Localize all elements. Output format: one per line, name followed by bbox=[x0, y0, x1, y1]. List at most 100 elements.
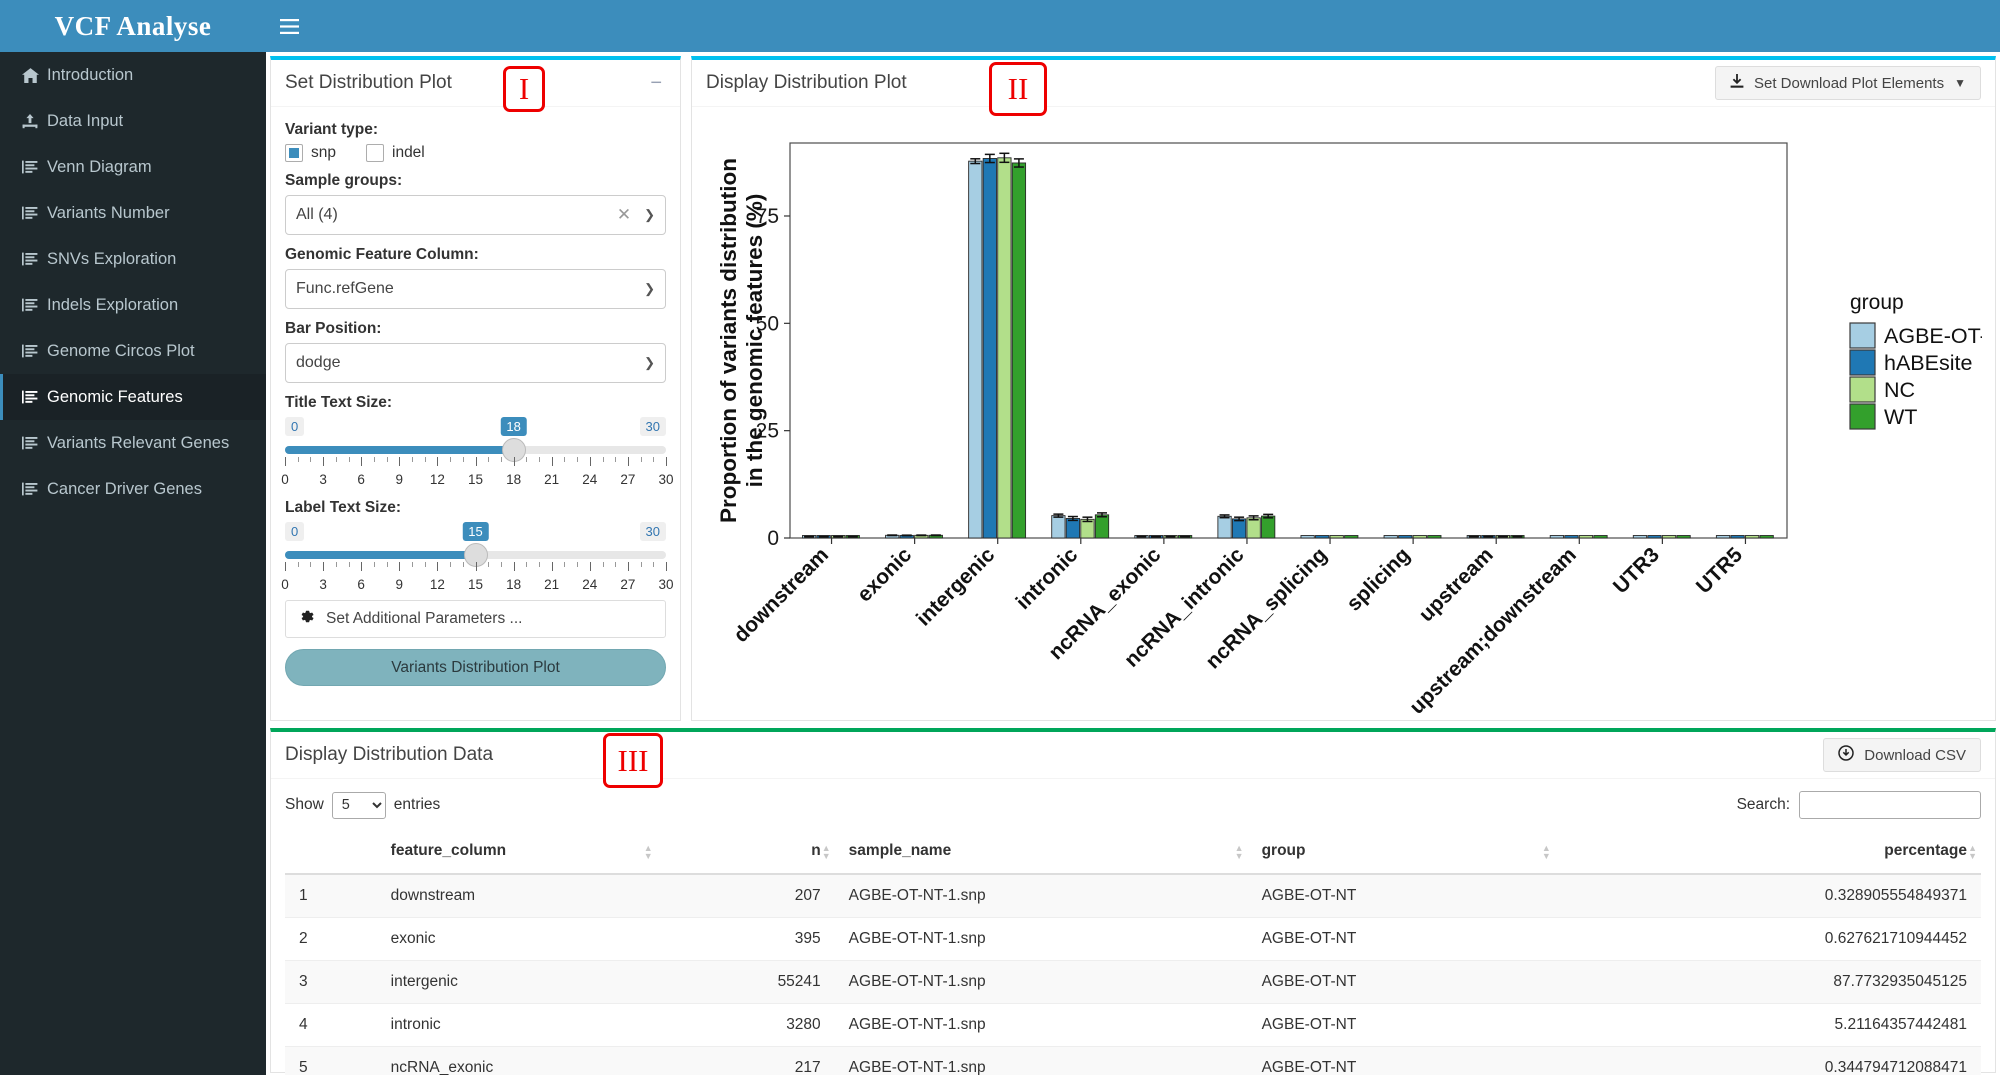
bar-ncRNA_intronic-hABEsite[interactable] bbox=[1231, 518, 1247, 539]
label-slider-bar[interactable]: 15 bbox=[285, 522, 666, 567]
collapse-settings-button[interactable]: − bbox=[646, 73, 666, 93]
sidebar-item-cancer-driver-genes[interactable]: Cancer Driver Genes bbox=[0, 466, 266, 512]
bar-ncRNA_splicing-hABEsite[interactable] bbox=[1315, 535, 1330, 539]
bar-UTR3-AGBE-OT-NT[interactable] bbox=[1632, 535, 1648, 539]
bar-ncRNA_splicing-AGBE-OT-NT[interactable] bbox=[1300, 535, 1315, 539]
sidebar-item-variants-relevant-genes[interactable]: Variants Relevant Genes bbox=[0, 420, 266, 466]
set-additional-parameters-button[interactable]: Set Additional Parameters ... bbox=[285, 600, 666, 638]
label-text-size-slider[interactable]: Label Text Size: 0 30 15 0 3 6 9 12 15 18 21 24 2… bbox=[281, 499, 673, 594]
variant-type-snp[interactable]: snp bbox=[285, 144, 336, 162]
sidebar-item-data-input[interactable]: Data Input bbox=[0, 98, 266, 144]
table-cell-n: 55241 bbox=[656, 960, 835, 1004]
slider-tick-label: 15 bbox=[467, 577, 484, 592]
bar-ncRNA_splicing-NC[interactable] bbox=[1329, 535, 1344, 539]
legend-swatch-NC[interactable] bbox=[1849, 376, 1876, 403]
sidebar-nav: Introduction Data Input Venn Diagram Varian… bbox=[0, 52, 266, 512]
bar-UTR5-AGBE-OT-NT[interactable] bbox=[1715, 535, 1731, 539]
entries-select[interactable]: 5102550100 bbox=[331, 791, 386, 819]
bar-position-select[interactable]: dodge ❯ bbox=[285, 343, 666, 383]
table-header-sample_name[interactable]: sample_name ▲ ▼ bbox=[834, 833, 1248, 875]
slider-tick-label: 18 bbox=[506, 577, 522, 592]
sidebar-item-genome-circos-plot[interactable]: Genome Circos Plot bbox=[0, 328, 266, 374]
sidebar-item-snvs-exploration[interactable]: SNVs Exploration bbox=[0, 236, 266, 282]
variants-distribution-plot-button[interactable]: Variants Distribution Plot bbox=[285, 649, 666, 686]
entries-length-control[interactable]: Show 5102550100 entries bbox=[285, 791, 440, 819]
hamburger-icon[interactable] bbox=[266, 0, 312, 52]
slider-tick-label: 21 bbox=[544, 577, 560, 592]
sidebar-item-variants-number[interactable]: Variants Number bbox=[0, 190, 266, 236]
table-cell-idx: 1 bbox=[285, 874, 377, 918]
chevron-down-icon[interactable]: ❯ bbox=[644, 355, 655, 371]
search-control[interactable]: Search: bbox=[1737, 791, 1981, 819]
sidebar-item-indels-exploration[interactable]: Indels Exploration bbox=[0, 282, 266, 328]
table-row[interactable]: 1 downstream 207 AGBE-OT-NT-1.snp AGBE-OT-NT… bbox=[285, 874, 1981, 918]
bar-intergenic-AGBE-OT-NT[interactable] bbox=[968, 160, 983, 539]
sidebar-item-label: Venn Diagram bbox=[47, 157, 152, 176]
bar-ncRNA_intronic-WT[interactable] bbox=[1261, 515, 1276, 539]
bar-UTR3-WT[interactable] bbox=[1676, 535, 1691, 539]
bar-upstream;downstream-hABEsite[interactable] bbox=[1564, 535, 1579, 539]
bar-ncRNA_intronic-AGBE-OT-NT[interactable] bbox=[1217, 515, 1232, 539]
clear-icon[interactable]: ✕ bbox=[617, 205, 631, 225]
sidebar-item-introduction[interactable]: Introduction bbox=[0, 52, 266, 98]
bar-upstream;downstream-WT[interactable] bbox=[1593, 535, 1608, 539]
bar-splicing-WT[interactable] bbox=[1427, 535, 1442, 539]
legend-swatch-hABEsite[interactable] bbox=[1849, 349, 1876, 376]
download-csv-label: Download CSV bbox=[1864, 746, 1966, 764]
bar-UTR5-NC[interactable] bbox=[1745, 535, 1760, 539]
bar-upstream;downstream-NC[interactable] bbox=[1578, 535, 1594, 539]
bar-intergenic-WT[interactable] bbox=[1011, 162, 1027, 539]
bar-ncRNA_intronic-NC[interactable] bbox=[1246, 517, 1261, 539]
chevron-down-icon[interactable]: ❯ bbox=[644, 207, 655, 223]
bar-upstream;downstream-AGBE-OT-NT[interactable] bbox=[1549, 535, 1565, 539]
legend-swatch-WT[interactable] bbox=[1849, 403, 1876, 430]
title-text-size-label: Title Text Size: bbox=[285, 394, 393, 411]
table-header-group[interactable]: group ▲ ▼ bbox=[1247, 833, 1555, 875]
slider-tick-label: 21 bbox=[544, 472, 560, 487]
table-header-n[interactable]: n ▲ ▼ bbox=[656, 833, 835, 875]
title-text-size-slider[interactable]: Title Text Size: 0 30 18 0 3 6 9 12 15 18 21 24 2… bbox=[281, 394, 673, 489]
bar-splicing-hABEsite[interactable] bbox=[1398, 535, 1413, 539]
table-row[interactable]: 3 intergenic 55241 AGBE-OT-NT-1.snp AGBE-OT-… bbox=[285, 960, 1981, 1004]
chevron-down-icon[interactable]: ❯ bbox=[644, 281, 655, 297]
settings-panel-tools: − bbox=[646, 73, 666, 93]
title-slider-bar[interactable]: 18 bbox=[285, 417, 666, 462]
slider-tick-label: 24 bbox=[582, 472, 598, 487]
checkbox-indel-icon[interactable] bbox=[366, 144, 384, 162]
search-input[interactable] bbox=[1799, 791, 1981, 819]
table-row[interactable]: 5 ncRNA_exonic 217 AGBE-OT-NT-1.snp AGBE-OT-… bbox=[285, 1046, 1981, 1075]
variant-type-indel[interactable]: indel bbox=[366, 144, 425, 162]
bar-UTR5-WT[interactable] bbox=[1759, 535, 1774, 539]
download-csv-button[interactable]: Download CSV bbox=[1823, 738, 1981, 772]
bar-intergenic-hABEsite[interactable] bbox=[982, 158, 997, 539]
sidebar-item-venn-diagram[interactable]: Venn Diagram bbox=[0, 144, 266, 190]
bar-splicing-AGBE-OT-NT[interactable] bbox=[1383, 535, 1398, 539]
bar-ncRNA_splicing-WT[interactable] bbox=[1344, 535, 1359, 539]
distribution-plot[interactable]: 0 25 50 75 Proportion of variants distributi… bbox=[702, 113, 1985, 718]
table-cell-sample_name: AGBE-OT-NT-1.snp bbox=[834, 1046, 1248, 1075]
table-cell-sample_name: AGBE-OT-NT-1.snp bbox=[834, 1003, 1248, 1047]
title-slider-track[interactable]: 0 30 18 bbox=[285, 417, 667, 466]
bar-intergenic-NC[interactable] bbox=[997, 157, 1012, 539]
bar-UTR5-hABEsite[interactable] bbox=[1730, 535, 1745, 539]
set-download-plot-elements-button[interactable]: Set Download Plot Elements ▼ bbox=[1715, 66, 1981, 100]
label-slider-bubble: 15 bbox=[462, 522, 489, 541]
sidebar-item-genomic-features[interactable]: Genomic Features bbox=[0, 374, 266, 420]
table-header-label: group bbox=[1261, 842, 1306, 859]
bar-intronic-AGBE-OT-NT[interactable] bbox=[1051, 515, 1066, 539]
bar-UTR3-NC[interactable] bbox=[1661, 535, 1677, 539]
bar-UTR3-hABEsite[interactable] bbox=[1647, 535, 1662, 539]
bar-splicing-NC[interactable] bbox=[1412, 535, 1427, 539]
table-header-percentage[interactable]: percentage ▲ ▼ bbox=[1554, 833, 1981, 875]
table-row[interactable]: 2 exonic 395 AGBE-OT-NT-1.snp AGBE-OT-NT 0.62… bbox=[285, 917, 1981, 961]
bar-intronic-hABEsite[interactable] bbox=[1065, 518, 1081, 539]
bar-intronic-WT[interactable] bbox=[1094, 514, 1110, 539]
table-header-feature_column[interactable]: feature_column ▲ ▼ bbox=[376, 833, 657, 875]
legend-swatch-AGBE-OT-NT[interactable] bbox=[1849, 322, 1876, 349]
table-cell-group: AGBE-OT-NT bbox=[1247, 917, 1555, 961]
checkbox-snp-icon[interactable] bbox=[285, 144, 303, 162]
table-row[interactable]: 4 intronic 3280 AGBE-OT-NT-1.snp AGBE-OT-NT 5… bbox=[285, 1003, 1981, 1047]
label-slider-track[interactable]: 0 30 15 bbox=[285, 522, 667, 571]
sample-groups-select[interactable]: All (4) ✕ ❯ bbox=[285, 195, 666, 235]
genomic-feature-select[interactable]: Func.refGene ❯ bbox=[285, 269, 666, 309]
